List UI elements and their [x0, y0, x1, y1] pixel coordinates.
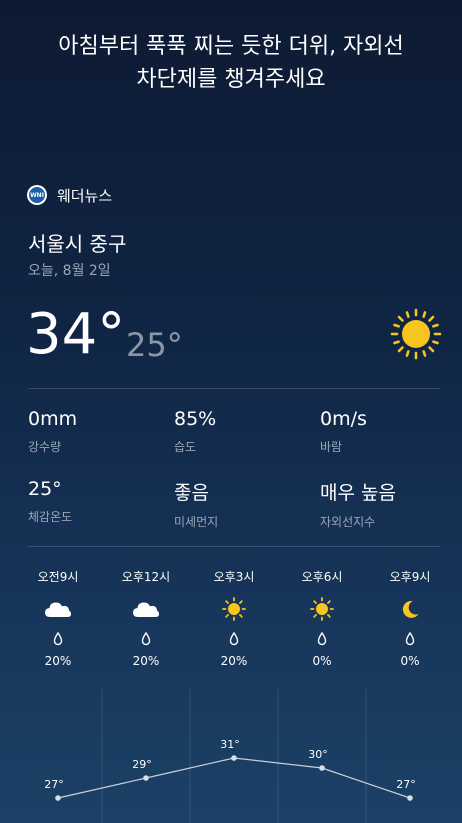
hourly-item: 오후12시 20% — [101, 568, 191, 668]
temperature-graph: 27° 29° 31° 30° 27° — [44, 688, 416, 823]
precipitation-probability: 20% — [132, 654, 160, 668]
hour-time: 오후9시 — [389, 570, 431, 584]
temperature-line — [57, 757, 411, 799]
stat-fine-dust: 좋음 미세먼지 — [174, 478, 218, 530]
hourly-item: 오후9시 0% — [365, 568, 455, 668]
temperature-point — [407, 795, 413, 801]
raindrop-icon — [277, 632, 367, 648]
temperature-point — [231, 755, 237, 761]
stat-feels-like: 25° 체감온도 — [28, 478, 72, 525]
stat-precipitation: 0mm 강수량 — [28, 408, 77, 455]
hour-time: 오후6시 — [301, 570, 343, 584]
temperature-points: 27° 29° 31° 30° 27° — [44, 738, 416, 801]
temperature-label: 30° — [308, 748, 328, 761]
raindrop-icon — [13, 632, 103, 648]
divider-top — [28, 388, 440, 389]
brand[interactable]: WNI 웨더뉴스 — [27, 184, 112, 206]
raindrop-icon — [189, 632, 279, 648]
precipitation-probability: 0% — [400, 654, 420, 668]
precipitation-probability: 20% — [220, 654, 248, 668]
temperature-low: 25° — [126, 326, 183, 364]
stat-label: 바람 — [320, 440, 343, 454]
temperature-label: 27° — [44, 778, 64, 791]
headline: 아침부터 푹푹 찌는 듯한 더위, 자외선 차단제를 챙겨주세요 — [0, 30, 462, 96]
moon-icon — [365, 596, 455, 622]
date-label: 오늘, 8월 2일 — [28, 263, 111, 279]
hourly-item: 오후6시 0% — [277, 568, 367, 668]
precipitation-probability: 0% — [312, 654, 332, 668]
headline-line-2: 차단제를 챙겨주세요 — [136, 67, 326, 92]
stat-value: 좋음 — [174, 482, 209, 504]
stat-label: 체감온도 — [28, 510, 73, 524]
hourly-item: 오전9시 20% — [13, 568, 103, 668]
divider-bottom — [28, 546, 440, 547]
temperature-high: 34° — [26, 302, 126, 367]
cloud-icon — [101, 596, 191, 622]
stat-humidity: 85% 습도 — [174, 408, 216, 455]
stat-uv-index: 매우 높음 자외선지수 — [320, 478, 396, 530]
stat-wind: 0m/s 바람 — [320, 408, 367, 455]
hourly-forecast: 오전9시 20% 오후12시 20% 오후3시 20% 오후6시 0% 오후9시… — [13, 568, 453, 678]
brand-name: 웨더뉴스 — [57, 186, 113, 205]
sun-icon — [277, 596, 367, 622]
stat-value: 매우 높음 — [320, 482, 396, 504]
stat-label: 미세먼지 — [174, 515, 219, 529]
stat-label: 강수량 — [28, 440, 62, 454]
sun-icon — [189, 596, 279, 622]
cloud-icon — [13, 596, 103, 622]
stat-value: 25° — [28, 478, 62, 500]
stat-label: 습도 — [174, 440, 197, 454]
stat-value: 85% — [174, 408, 217, 430]
sun-icon — [390, 308, 442, 360]
temperature-label: 31° — [220, 738, 240, 751]
stat-label: 자외선지수 — [320, 515, 376, 529]
temperature-point — [319, 765, 325, 771]
location-name: 서울시 중구 — [28, 232, 127, 256]
stat-value: 0mm — [28, 408, 78, 430]
hourly-item: 오후3시 20% — [189, 568, 279, 668]
headline-line-1: 아침부터 푹푹 찌는 듯한 더위, 자외선 — [58, 34, 404, 59]
temperature-label: 29° — [132, 758, 152, 771]
hour-time: 오후3시 — [213, 570, 255, 584]
raindrop-icon — [101, 632, 191, 648]
raindrop-icon — [365, 632, 455, 648]
weathernews-logo-icon: WNI — [27, 185, 47, 205]
hour-time: 오후12시 — [121, 570, 171, 584]
temperature-point — [55, 795, 61, 801]
temperature-point — [143, 775, 149, 781]
precipitation-probability: 20% — [44, 654, 72, 668]
stat-value: 0m/s — [320, 408, 367, 430]
temperature-label: 27° — [396, 778, 416, 791]
hour-time: 오전9시 — [37, 570, 79, 584]
